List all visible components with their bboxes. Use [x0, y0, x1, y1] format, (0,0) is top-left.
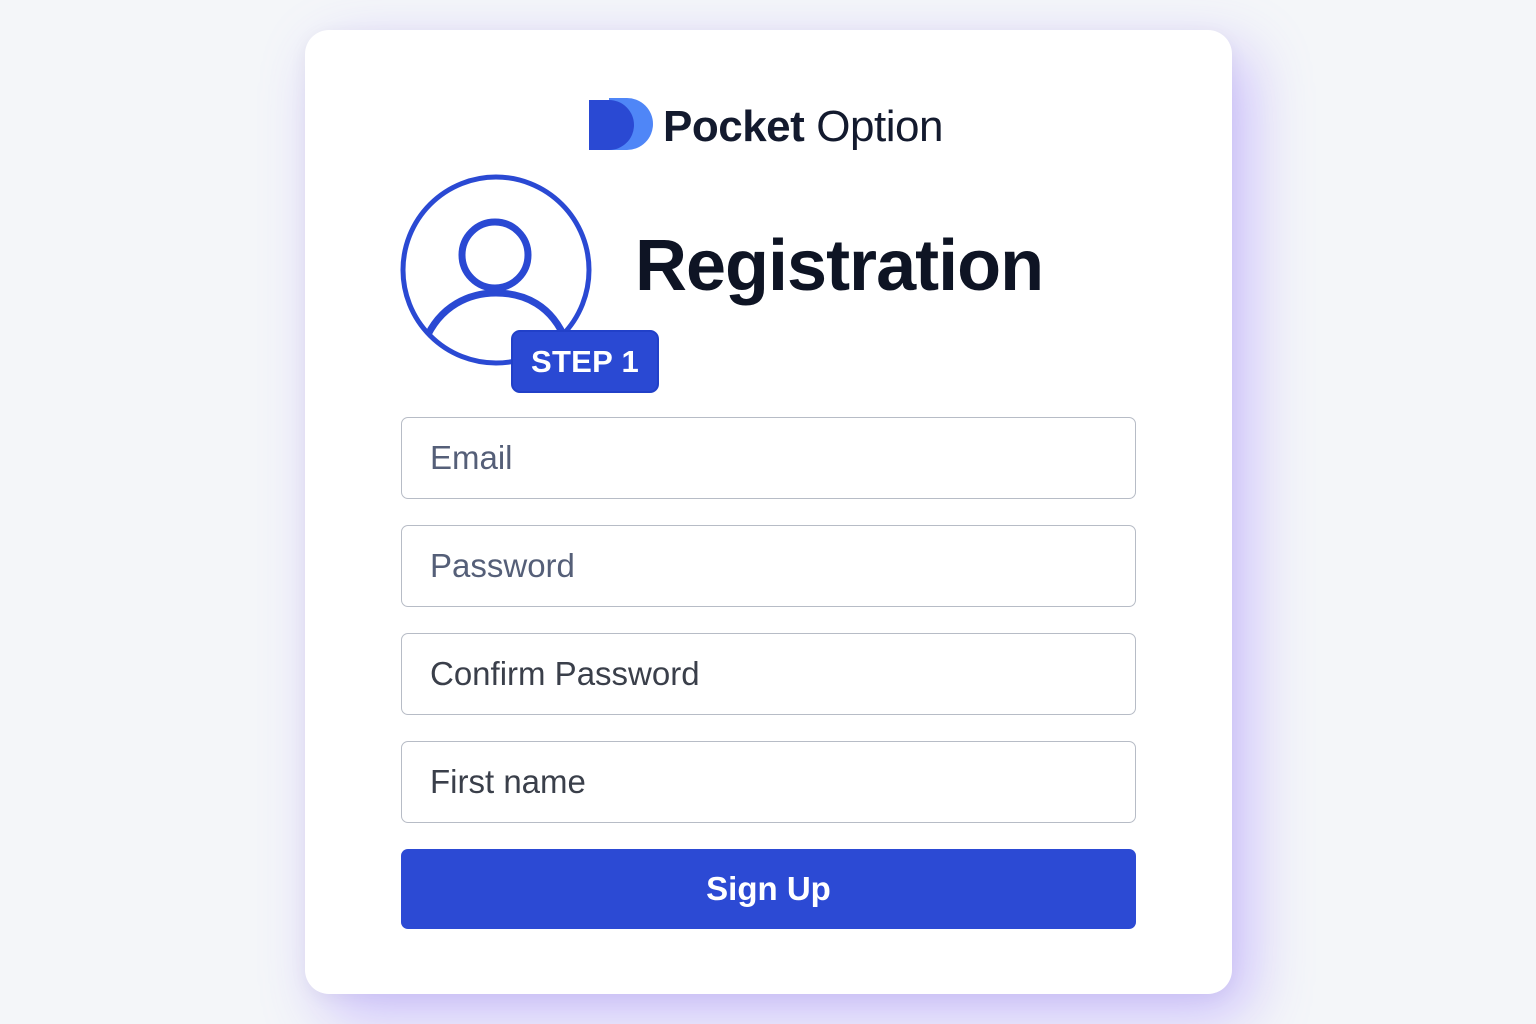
- confirm-password-field[interactable]: [401, 633, 1136, 715]
- page-title: Registration: [635, 226, 1044, 306]
- brand-name-light: Option: [816, 102, 943, 151]
- password-field[interactable]: [401, 525, 1136, 607]
- email-field[interactable]: [401, 417, 1136, 499]
- step-badge: STEP 1: [511, 330, 659, 393]
- pocket-option-logo-icon: [589, 98, 653, 150]
- brand-name-bold: Pocket: [663, 102, 805, 151]
- brand-logo[interactable]: Pocket Option: [587, 98, 943, 156]
- registration-card: PocketOption STEP 1 Registration Sign Up: [305, 30, 1232, 994]
- brand-name: Pocket Option: [663, 102, 943, 152]
- first-name-field[interactable]: [401, 741, 1136, 823]
- sign-up-button[interactable]: Sign Up: [401, 849, 1136, 929]
